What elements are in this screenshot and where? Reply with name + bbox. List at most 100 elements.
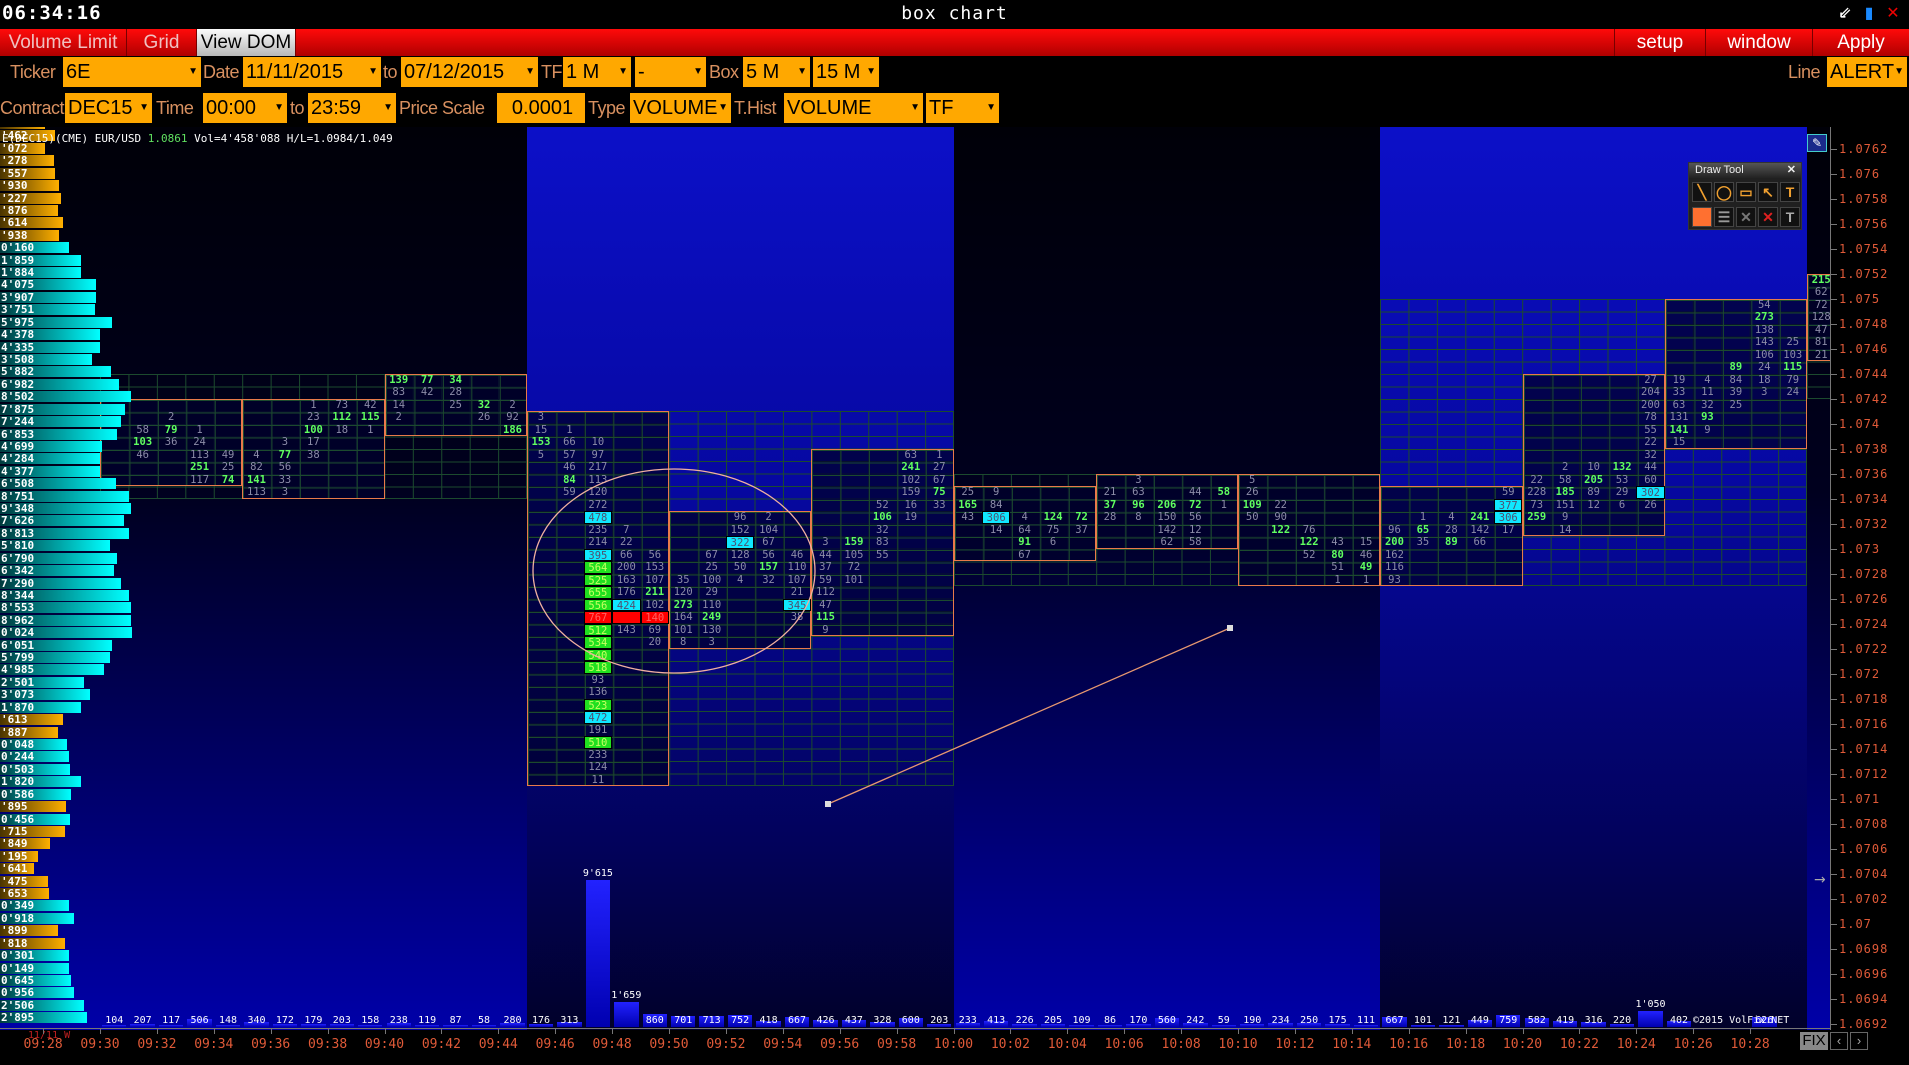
chevron-down-icon: ▼ — [1894, 66, 1904, 77]
price-label: 1.0708 — [1839, 816, 1889, 831]
contract-select[interactable]: DEC15 ▼ — [65, 93, 152, 123]
arrow-icon[interactable]: ↖ — [1758, 182, 1778, 202]
scroll-right-button[interactable]: › — [1850, 1032, 1868, 1050]
apply-button[interactable]: Apply — [1812, 29, 1909, 56]
price-tick — [1831, 723, 1837, 725]
price-label: 1.07 — [1839, 916, 1872, 931]
arrow-line-drawing[interactable] — [827, 627, 1231, 805]
close-icon[interactable]: ✕ — [1787, 163, 1796, 178]
pencil-icon[interactable]: ✎ — [1807, 134, 1827, 152]
price-label: 1.0704 — [1839, 866, 1889, 881]
alert-arrow-icon[interactable]: → — [1814, 872, 1826, 888]
thist-select[interactable]: VOLUME ▼ — [784, 93, 923, 123]
fix-button[interactable]: FIX — [1800, 1032, 1828, 1050]
time-label: 09:56 — [820, 1037, 860, 1052]
time-tick — [1522, 1029, 1524, 1034]
price-label: 1.0732 — [1839, 516, 1889, 531]
price-label: 1.0734 — [1839, 491, 1889, 506]
price-tick — [1831, 398, 1837, 400]
contract-label: Contract — [0, 98, 65, 118]
delete-icon[interactable]: ✕ — [1736, 207, 1756, 227]
close-icon[interactable]: ✕ — [1884, 4, 1902, 22]
time-tick — [1294, 1029, 1296, 1034]
time-label: 10:14 — [1332, 1037, 1372, 1052]
drawing-handle[interactable] — [1227, 625, 1233, 631]
time-label: 09:38 — [308, 1037, 348, 1052]
chevron-down-icon: ▼ — [188, 66, 198, 77]
view-dom-button[interactable]: View DOM — [197, 29, 296, 56]
volume-total: Vol=4'458'088 — [194, 132, 281, 145]
tf-select[interactable]: 1 M ▼ — [563, 57, 631, 87]
time-label: Time — [156, 98, 194, 118]
price-label: 1.0746 — [1839, 341, 1889, 356]
line-select[interactable]: ALERT ▼ — [1827, 57, 1907, 87]
date-from-select[interactable]: 11/11/2015 ▼ — [243, 57, 381, 87]
minimize-icon[interactable]: ⇙ — [1836, 4, 1854, 22]
instrument-symbol: E(DEC15)(CME) EUR/USD — [2, 132, 142, 145]
grid-button[interactable]: Grid — [127, 29, 197, 56]
price-scale-input[interactable]: 0.0001 — [497, 93, 585, 123]
color-swatch-icon[interactable] — [1692, 207, 1712, 227]
price-tick — [1831, 573, 1837, 575]
ticker-select[interactable]: 6E ▼ — [63, 57, 201, 87]
delete-all-icon[interactable]: ✕ — [1758, 207, 1778, 227]
draw-tool-header[interactable]: Draw Tool ✕ — [1689, 163, 1801, 178]
scroll-left-button[interactable]: ‹ — [1830, 1032, 1848, 1050]
time-label: 09:58 — [877, 1037, 917, 1052]
last-price: 1.0861 — [147, 132, 188, 145]
time-from-select[interactable]: 00:00 ▼ — [203, 93, 287, 123]
menu-bar: Volume Limit Grid View DOM setup window … — [0, 29, 1909, 56]
tf-label: TF — [541, 62, 563, 82]
price-tick — [1831, 223, 1837, 225]
chevron-down-icon: ▼ — [618, 66, 628, 77]
ellipse-drawing[interactable] — [532, 468, 816, 674]
chevron-down-icon: ▼ — [986, 102, 996, 113]
time-label: 09:34 — [194, 1037, 234, 1052]
price-tick — [1831, 423, 1837, 425]
time-axis[interactable]: 11/11 W 09:28 09:30 09:32 09:34 09:36 09:38 09… — [0, 1028, 1830, 1065]
setup-button[interactable]: setup — [1614, 29, 1705, 56]
price-tick — [1831, 523, 1837, 525]
ellipse-icon[interactable]: ◯ — [1714, 182, 1734, 202]
time-tick — [100, 1029, 101, 1034]
time-label: 10:10 — [1218, 1037, 1258, 1052]
drawing-handle[interactable] — [825, 801, 831, 807]
restore-icon[interactable]: ▮ — [1860, 4, 1878, 22]
chart-area[interactable]: 2 58 79 1 103 36 24 46 113 49 251 25 117 74 1 73 42 23 112… — [0, 127, 1830, 1030]
time-label: 09:50 — [649, 1037, 689, 1052]
price-label: 1.0758 — [1839, 191, 1889, 206]
price-tick — [1831, 373, 1837, 375]
time-to-select[interactable]: 23:59 ▼ — [308, 93, 396, 123]
window-button[interactable]: window — [1705, 29, 1812, 56]
price-label: 1.0748 — [1839, 316, 1889, 331]
time-tick — [555, 1029, 557, 1034]
box2-select[interactable]: 15 M ▼ — [813, 57, 879, 87]
tf2-select[interactable]: - ▼ — [635, 57, 706, 87]
chevron-down-icon: ▼ — [866, 66, 876, 77]
time-label: 09:30 — [80, 1037, 120, 1052]
type-select[interactable]: VOLUME ▼ — [630, 93, 731, 123]
price-axis[interactable]: 1.0762 1.076 1.0758 1.0756 1.0754 1.0752 1.075… — [1830, 127, 1909, 1031]
time-to-label: to — [290, 98, 305, 118]
text-style-icon[interactable]: T — [1780, 207, 1800, 227]
rectangle-icon[interactable]: ▭ — [1736, 182, 1756, 202]
line-icon[interactable]: ╲ — [1692, 182, 1712, 202]
instrument-info: E(DEC15)(CME) EUR/USD 1.0861 Vol=4'458'0… — [2, 132, 393, 145]
tf3-select[interactable]: TF ▼ — [926, 93, 999, 123]
price-label: 1.0742 — [1839, 391, 1889, 406]
box-select[interactable]: 5 M ▼ — [743, 57, 810, 87]
line-label: Line — [1788, 62, 1821, 82]
price-tick — [1831, 498, 1837, 500]
time-tick — [1579, 1029, 1581, 1034]
line-style-icon[interactable]: ☰ — [1714, 207, 1734, 227]
price-label: 1.0736 — [1839, 466, 1889, 481]
time-label: 10:28 — [1730, 1037, 1770, 1052]
text-icon[interactable]: T — [1780, 182, 1800, 202]
date-to-select[interactable]: 07/12/2015 ▼ — [401, 57, 538, 87]
price-tick — [1831, 923, 1837, 925]
price-tick — [1831, 948, 1837, 950]
time-label: 09:54 — [763, 1037, 803, 1052]
thist-label: T.Hist — [734, 98, 777, 118]
price-label: 1.076 — [1839, 166, 1881, 181]
volume-limit-button[interactable]: Volume Limit — [0, 29, 127, 56]
